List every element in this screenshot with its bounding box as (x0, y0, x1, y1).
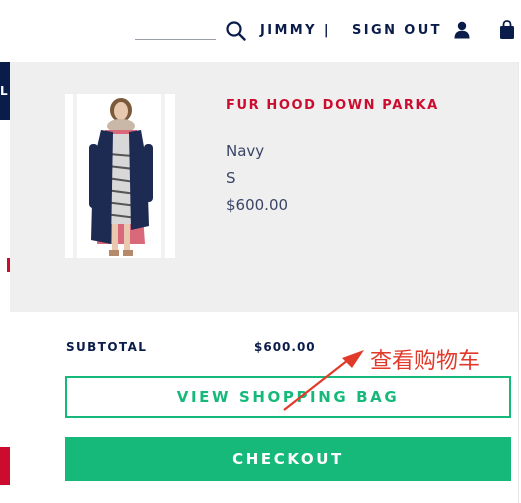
side-tab-letter: L (0, 84, 8, 98)
product-image[interactable] (65, 94, 175, 258)
search-input[interactable] (135, 39, 216, 40)
account-name[interactable]: JIMMY | (260, 23, 331, 38)
shopping-bag-icon[interactable] (498, 20, 516, 40)
annotation-label: 查看购物车 (370, 349, 481, 374)
subtotal-label: SUBTOTAL (66, 340, 148, 354)
product-photo-graphic (65, 94, 175, 258)
product-color: Navy (226, 142, 265, 160)
checkout-button[interactable]: CHECKOUT (65, 437, 511, 481)
cart-item: FUR HOOD DOWN PARKA Navy S $600.00 (10, 62, 518, 312)
product-name[interactable]: FUR HOOD DOWN PARKA (226, 98, 439, 113)
annotation-arrow (283, 350, 364, 411)
side-tab[interactable]: L (0, 62, 10, 120)
site-header: JIMMY | SIGN OUT (0, 0, 521, 62)
sign-out-link[interactable]: SIGN OUT (352, 23, 442, 38)
product-price: $600.00 (226, 196, 289, 214)
mini-cart-panel: FUR HOOD DOWN PARKA Navy S $600.00 SUBTO… (10, 62, 519, 503)
product-size: S (226, 169, 236, 187)
side-banner (0, 447, 10, 485)
search-icon[interactable] (226, 21, 246, 41)
user-icon[interactable] (454, 21, 470, 39)
